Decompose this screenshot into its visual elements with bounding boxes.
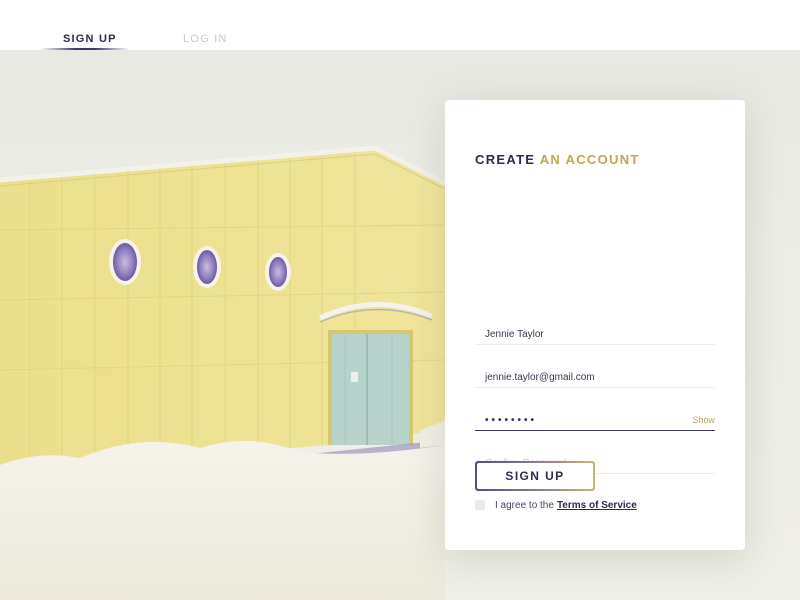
- tab-log-in[interactable]: LOG IN: [183, 33, 228, 45]
- password-input[interactable]: [485, 415, 665, 426]
- agree-label: I agree to the: [495, 499, 554, 511]
- form-title-account: AN ACCOUNT: [539, 152, 640, 167]
- terms-of-service-link[interactable]: Terms of Service: [557, 500, 637, 511]
- terms-agreement: I agree to the Terms of Service: [475, 499, 637, 511]
- terms-checkbox[interactable]: [475, 500, 485, 510]
- signup-card: CREATE AN ACCOUNT Show I agree to the Te…: [445, 100, 745, 550]
- form-title: CREATE AN ACCOUNT: [475, 152, 640, 167]
- form-title-create: CREATE: [475, 152, 536, 167]
- sign-up-button-label: SIGN UP: [477, 463, 593, 489]
- name-field-container: [475, 315, 715, 345]
- password-field-container: Show: [475, 401, 715, 431]
- show-password-toggle[interactable]: Show: [692, 415, 715, 425]
- sign-up-button[interactable]: SIGN UP: [475, 461, 595, 491]
- top-nav: SIGN UP LOG IN: [0, 0, 800, 51]
- email-input[interactable]: [485, 372, 665, 383]
- name-input[interactable]: [485, 329, 665, 340]
- email-field-container: [475, 358, 715, 388]
- tab-sign-up[interactable]: SIGN UP: [63, 33, 117, 45]
